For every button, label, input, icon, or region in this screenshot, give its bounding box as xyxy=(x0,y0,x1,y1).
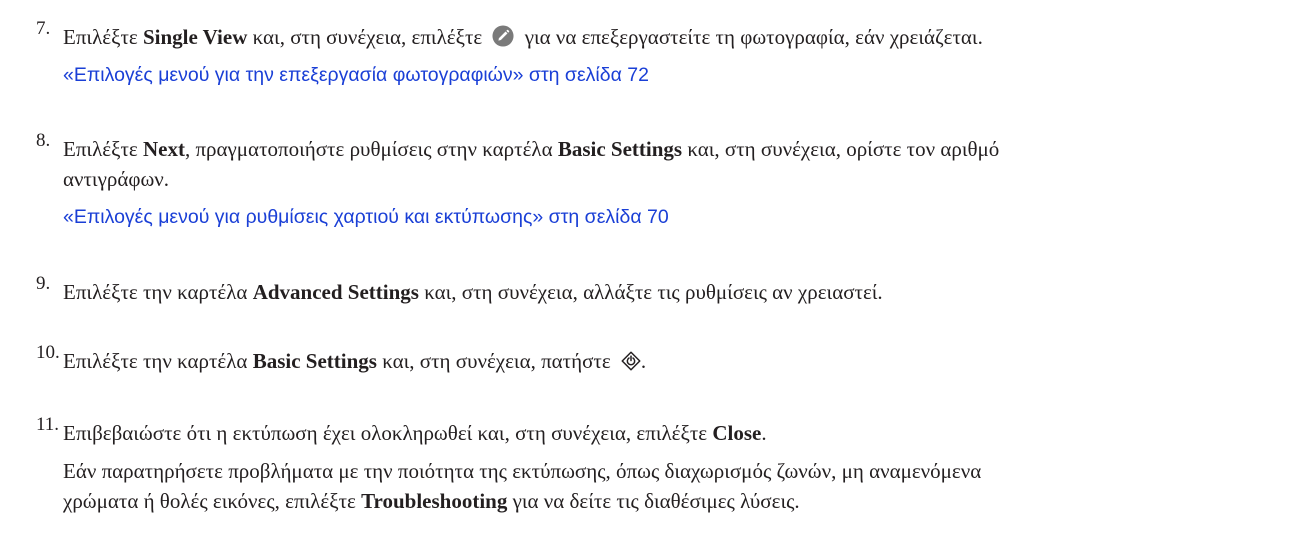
basic-settings-label: Basic Settings xyxy=(252,349,377,373)
step-number: 8. xyxy=(36,130,51,151)
step-7: 7. Επιλέξτε Single View και, στη συνέχει… xyxy=(36,18,1286,89)
step-10: 10. Επιλέξτε την καρτέλα Basic Settings … xyxy=(36,342,1286,376)
step-11-line-1: Επιβεβαιώστε ότι η εκτύπωση έχει ολοκληρ… xyxy=(63,421,767,445)
step-8: 8. Επιλέξτε Next, πραγματοποιήστε ρυθμίσ… xyxy=(36,130,1286,231)
step-number: 10. xyxy=(36,342,60,363)
troubleshooting-label: Troubleshooting xyxy=(361,489,508,513)
basic-settings-label: Basic Settings xyxy=(557,137,683,161)
step-10-line-1: Επιλέξτε την καρτέλα Basic Settings και,… xyxy=(63,349,647,373)
start-button-icon xyxy=(621,351,641,371)
single-view-label: Single View xyxy=(142,25,248,49)
step-number: 9. xyxy=(36,273,51,294)
troubleshooting-note: Εάν παρατηρήσετε προβλήματα με την ποιότ… xyxy=(63,456,1286,516)
next-label: Next xyxy=(142,137,185,161)
step-9: 9. Επιλέξτε την καρτέλα Advanced Setting… xyxy=(36,273,1286,307)
edit-pencil-icon xyxy=(492,25,514,47)
note-line-1: Εάν παρατηρήσετε προβλήματα με την ποιότ… xyxy=(63,459,982,483)
step-7-line-1: Επιλέξτε Single View και, στη συνέχεια, … xyxy=(63,25,983,49)
step-number: 7. xyxy=(36,18,51,39)
step-8-line-1: Επιλέξτε Next, πραγματοποιήστε ρυθμίσεις… xyxy=(63,137,1000,161)
step-number: 11. xyxy=(36,414,60,435)
close-label: Close xyxy=(712,421,762,445)
step-11: 11. Επιβεβαιώστε ότι η εκτύπωση έχει ολο… xyxy=(36,414,1286,516)
photo-editing-menu-link[interactable]: «Επιλογές μενού για την επεξεργασία φωτο… xyxy=(63,61,1286,89)
step-9-line-1: Επιλέξτε την καρτέλα Advanced Settings κ… xyxy=(63,280,883,304)
advanced-settings-label: Advanced Settings xyxy=(252,280,419,304)
note-line-2: χρώματα ή θολές εικόνες, επιλέξτε Troubl… xyxy=(63,489,800,513)
paper-print-settings-link[interactable]: «Επιλογές μενού για ρυθμίσεις χαρτιού κα… xyxy=(63,203,1286,231)
step-8-line-2: αντιγράφων. xyxy=(63,167,170,191)
